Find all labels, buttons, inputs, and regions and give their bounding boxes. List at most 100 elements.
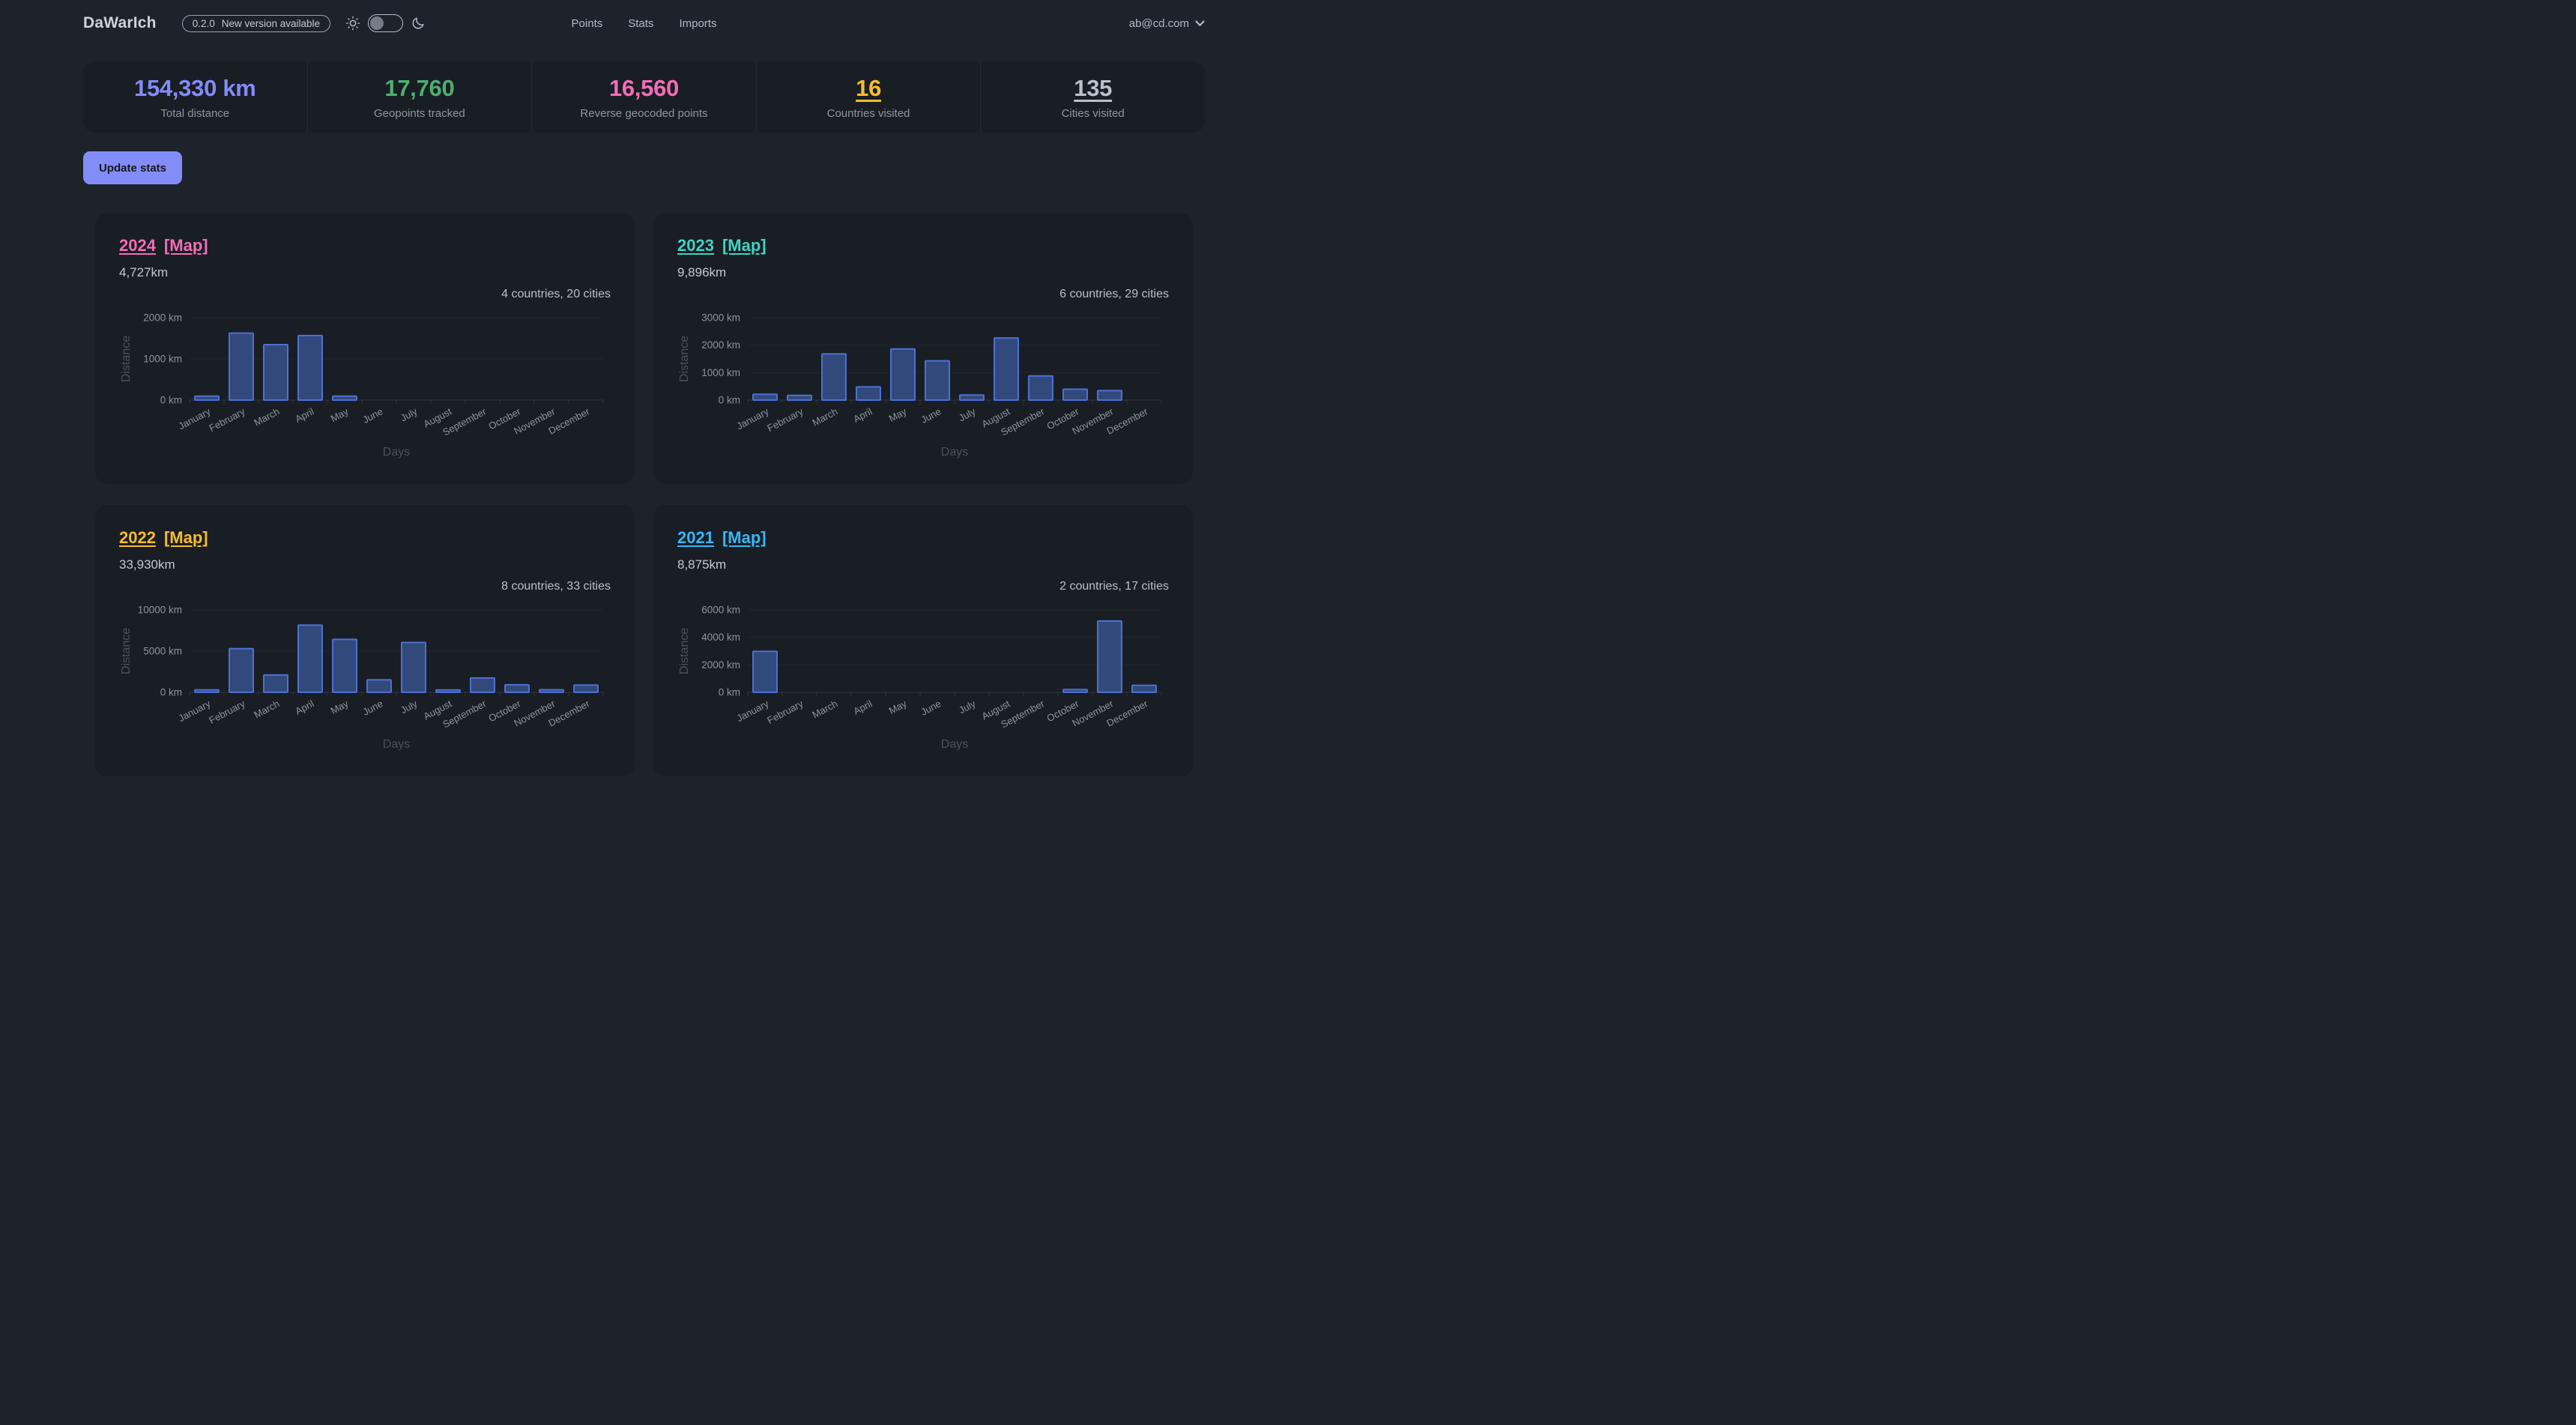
theme-toggle[interactable]	[368, 14, 403, 32]
svg-text:March: March	[810, 405, 839, 428]
svg-text:Distance: Distance	[120, 336, 133, 382]
svg-text:July: July	[399, 698, 420, 715]
svg-text:4000 km: 4000 km	[701, 632, 740, 643]
svg-text:1000 km: 1000 km	[701, 367, 740, 378]
svg-text:2000 km: 2000 km	[701, 659, 740, 671]
user-menu[interactable]: ab@cd.com	[1129, 17, 1205, 30]
year-countries-cities: 8 countries, 33 cities	[119, 580, 611, 593]
version-badge-text: New version available	[222, 18, 320, 29]
svg-text:January: January	[735, 405, 771, 432]
svg-text:May: May	[329, 698, 351, 716]
theme-switcher	[345, 14, 426, 32]
svg-text:June: June	[919, 405, 943, 425]
svg-text:0 km: 0 km	[160, 395, 182, 406]
nav-item-imports[interactable]: Imports	[679, 17, 716, 30]
year-distance-chart-2021: 0 km 2000 km 4000 km 6000 km JanuaryFebruary…	[677, 599, 1169, 752]
svg-text:Days: Days	[941, 738, 968, 751]
svg-text:May: May	[329, 405, 351, 424]
svg-text:April: April	[851, 405, 874, 425]
svg-text:5000 km: 5000 km	[143, 646, 182, 657]
year-distance-chart-2022: 0 km5000 km10000 kmJanuaryFebruaryMarchA…	[119, 599, 611, 752]
year-card-2022: 2022 [Map] 33,930km 8 countries, 33 cities 0…	[95, 505, 635, 776]
svg-text:February: February	[765, 405, 805, 434]
year-cards-grid: 2024 [Map] 4,727km 4 countries, 20 cities 0 …	[83, 213, 1205, 776]
version-number: 0.2.0	[193, 18, 215, 29]
svg-text:3000 km: 3000 km	[701, 312, 740, 324]
version-badge[interactable]: 0.2.0 New version available	[182, 15, 330, 32]
svg-text:May: May	[887, 698, 909, 716]
stat-label: Reverse geocoded points	[580, 107, 707, 120]
navbar: DaWarIch 0.2.0 New version available	[83, 0, 1205, 46]
year-link-2022[interactable]: 2022	[119, 527, 156, 548]
stat-value: 17,760	[384, 75, 454, 102]
nav-item-stats[interactable]: Stats	[628, 17, 653, 30]
svg-text:Days: Days	[383, 446, 410, 459]
stat-value: 154,330 km	[134, 75, 256, 102]
sun-icon	[345, 16, 360, 31]
svg-text:0 km: 0 km	[719, 687, 740, 698]
stat-label: Geopoints tracked	[374, 107, 465, 120]
year-card-title: 2022 [Map]	[119, 527, 611, 548]
map-link-2022[interactable]: [Map]	[164, 527, 208, 548]
svg-text:July: July	[957, 405, 978, 423]
stat-block: 135 Cities visited	[980, 61, 1205, 133]
svg-text:March: March	[810, 698, 839, 720]
theme-toggle-knob	[370, 16, 384, 30]
svg-text:February: February	[207, 698, 247, 726]
year-link-2021[interactable]: 2021	[677, 527, 714, 548]
svg-text:0 km: 0 km	[160, 687, 182, 698]
nav-item-points[interactable]: Points	[572, 17, 603, 30]
svg-text:June: June	[919, 698, 943, 717]
svg-text:July: July	[957, 698, 978, 715]
stats-summary-row: 154,330 km Total distance 17,760 Geopoints …	[83, 61, 1205, 133]
year-link-2023[interactable]: 2023	[677, 235, 714, 256]
svg-text:March: March	[252, 405, 281, 428]
year-distance: 33,930km	[119, 557, 611, 572]
year-link-2024[interactable]: 2024	[119, 235, 156, 256]
year-countries-cities: 4 countries, 20 cities	[119, 288, 611, 301]
svg-text:0 km: 0 km	[719, 395, 740, 406]
svg-text:June: June	[360, 698, 384, 717]
svg-text:Days: Days	[383, 738, 410, 751]
year-distance: 4,727km	[119, 265, 611, 280]
svg-text:2000 km: 2000 km	[701, 339, 740, 351]
svg-text:June: June	[360, 405, 384, 425]
svg-text:April: April	[851, 698, 874, 717]
svg-text:March: March	[252, 698, 281, 720]
main-nav: Points Stats Imports	[572, 0, 717, 46]
stat-block: 16,560 Reverse geocoded points	[531, 61, 756, 133]
year-distance: 9,896km	[677, 265, 1169, 280]
svg-text:January: January	[177, 698, 213, 724]
stat-block: 154,330 km Total distance	[83, 61, 307, 133]
svg-text:April: April	[293, 698, 315, 717]
update-stats-button[interactable]: Update stats	[83, 151, 182, 184]
stat-label: Total distance	[160, 107, 229, 120]
map-link-2024[interactable]: [Map]	[164, 235, 208, 256]
svg-text:February: February	[207, 405, 247, 434]
year-card-2024: 2024 [Map] 4,727km 4 countries, 20 cities 0 …	[95, 213, 635, 484]
stat-label: Cities visited	[1062, 107, 1125, 120]
moon-icon	[411, 16, 426, 31]
svg-text:January: January	[735, 698, 771, 724]
map-link-2023[interactable]: [Map]	[722, 235, 767, 256]
chevron-down-icon	[1195, 20, 1205, 27]
svg-text:January: January	[177, 405, 213, 432]
year-card-title: 2021 [Map]	[677, 527, 1169, 548]
stat-block: 16Countries visited	[756, 61, 981, 133]
stat-block: 17,760 Geopoints tracked	[307, 61, 532, 133]
svg-text:Distance: Distance	[678, 628, 691, 674]
year-countries-cities: 6 countries, 29 cities	[677, 288, 1169, 301]
app-logo[interactable]: DaWarIch	[83, 14, 157, 32]
stat-value[interactable]: 16	[856, 75, 881, 102]
svg-text:May: May	[887, 405, 909, 424]
stat-value[interactable]: 135	[1074, 75, 1112, 102]
year-countries-cities: 2 countries, 17 cities	[677, 580, 1169, 593]
svg-text:Days: Days	[941, 446, 968, 459]
svg-text:Distance: Distance	[678, 336, 691, 382]
svg-text:Distance: Distance	[120, 628, 133, 674]
stat-value: 16,560	[609, 75, 679, 102]
svg-text:February: February	[765, 698, 805, 726]
svg-text:6000 km: 6000 km	[701, 605, 740, 616]
year-distance: 8,875km	[677, 557, 1169, 572]
map-link-2021[interactable]: [Map]	[722, 527, 767, 548]
